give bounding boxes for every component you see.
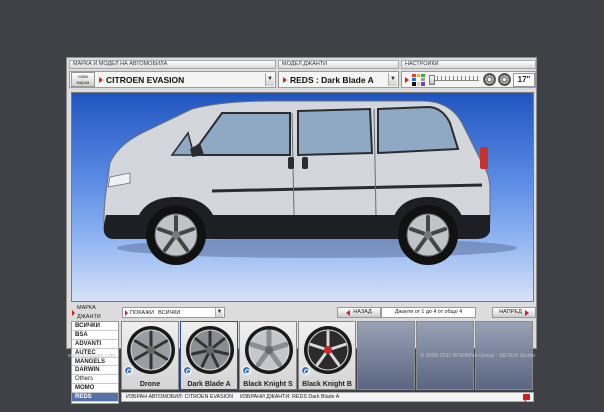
wheel-rim-icon: [304, 326, 352, 374]
arrow-right-icon: [283, 76, 287, 83]
wheel-toolbar: МАРКА ДЖАНТИ ПОКАЖИ ВСИЧКИ ▼ НАЗАД Джант…: [69, 305, 536, 320]
settings-panel: 17": [401, 71, 536, 88]
brand-item[interactable]: BSA: [72, 331, 118, 340]
wheel-configurator-app: МАРКА И МОДЕЛ НА АВТОМОБИЛА МОДЕЛ ДЖАНТИ…: [66, 57, 537, 404]
back-button-label: НАЗАД: [353, 309, 372, 315]
arrow-right-icon: [99, 76, 103, 83]
front-wheel-icon: [146, 205, 206, 265]
wheel-name: Black Knight B: [302, 381, 352, 388]
palette-swatch: [416, 82, 421, 86]
wheel-model-value: REDS : Dark Blade A: [290, 74, 374, 85]
brand-item[interactable]: MOMO: [72, 384, 118, 394]
arrow-right-icon: [72, 309, 75, 316]
new-brand-button[interactable]: нова марка: [71, 72, 95, 87]
footer-copyright: © 2005-2011 BORAINA Group - SEVEN Studio: [420, 353, 535, 359]
show-filter-value: ВСИЧКИ: [158, 309, 181, 316]
rear-wheel-icon: [398, 205, 458, 265]
wheel-rotate-icon[interactable]: [498, 73, 511, 86]
wheel-tile[interactable]: Black Knight S: [239, 321, 297, 390]
palette-swatch: [416, 73, 421, 77]
brand-item[interactable]: ADVANTI: [72, 340, 118, 349]
selected-wheel-status: ИЗБРАНИ ДЖАНТИ: REDS Dark Blade A: [240, 393, 339, 401]
chevron-down-icon[interactable]: ▼: [388, 73, 397, 86]
zoom-icon[interactable]: [242, 366, 251, 375]
status-bar: ИЗБРАН АВТОМОБИЛ: CITROEN EVASION ИЗБРАН…: [121, 392, 534, 402]
lowering-slider[interactable]: [427, 74, 481, 86]
wheel-tile[interactable]: Drone: [121, 321, 179, 390]
wheel-model-select[interactable]: REDS : Dark Blade A ▼: [278, 71, 399, 88]
wheel-brand-list: ВСИЧКИ BSA ADVANTI AUTEC MANGELS DARWIN Others…: [71, 321, 119, 404]
car-preview: [71, 92, 534, 302]
slider-thumb[interactable]: [429, 74, 435, 85]
feedback-icon[interactable]: [523, 394, 530, 402]
car-select-label: МАРКА И МОДЕЛ НА АВТОМОБИЛА: [69, 60, 276, 69]
selected-wheel-value: REDS Dark Blade A: [292, 394, 340, 400]
empty-wheel-slot: [357, 321, 415, 390]
arrow-left-icon: [346, 309, 351, 316]
brand-item[interactable]: DARWIN: [72, 366, 118, 376]
chevron-down-icon[interactable]: ▼: [215, 308, 223, 317]
slider-track: [429, 79, 479, 81]
next-button[interactable]: НАПРЕД: [492, 307, 536, 318]
selected-car-status: ИЗБРАН АВТОМОБИЛ: CITROEN EVASION: [126, 393, 234, 401]
palette-swatch: [416, 77, 421, 82]
new-brand-line2: марка: [76, 79, 90, 85]
page-info: Джанти от 1 до 4 от общо 4: [381, 307, 476, 318]
wheel-rim-icon: [186, 326, 234, 374]
selected-car-label: ИЗБРАН АВТОМОБИЛ:: [126, 394, 184, 400]
zoom-icon[interactable]: [301, 366, 310, 375]
wheel-rim-icon: [245, 326, 293, 374]
palette-swatch: [412, 82, 416, 86]
show-filter-label: ПОКАЖИ: [130, 309, 155, 316]
palette-swatch: [421, 77, 425, 82]
car-image: [103, 100, 517, 265]
show-filter-select[interactable]: ПОКАЖИ ВСИЧКИ ▼: [122, 307, 225, 318]
brand-item[interactable]: ВСИЧКИ: [72, 322, 118, 331]
palette-swatch: [412, 77, 416, 82]
wheel-name: Black Knight S: [243, 381, 293, 388]
next-button-label: НАПРЕД: [499, 309, 522, 315]
arrow-right-icon: [405, 76, 409, 83]
car-select-value: CITROEN EVASION: [106, 74, 185, 85]
brand-item[interactable]: Others: [72, 375, 118, 385]
selected-car-value: CITROEN EVASION: [184, 394, 234, 400]
top-labels: МАРКА И МОДЕЛ НА АВТОМОБИЛА МОДЕЛ ДЖАНТИ…: [69, 60, 536, 69]
top-controls: нова марка CITROEN EVASION ▼ REDS : Dark…: [69, 71, 536, 88]
arrow-right-icon: [524, 309, 529, 316]
wheel-rim-icon: [127, 326, 175, 374]
palette-swatch: [412, 73, 416, 77]
zoom-icon[interactable]: [183, 366, 192, 375]
palette-swatch: [421, 82, 425, 86]
wheel-view-icon[interactable]: [483, 73, 496, 86]
wheel-tile[interactable]: Black Knight B: [298, 321, 356, 390]
wheel-brand-label: МАРКА ДЖАНТИ: [71, 305, 120, 320]
settings-label: НАСТРОЙКИ: [401, 60, 536, 69]
rim-size-select[interactable]: 17": [513, 72, 535, 87]
footer-site[interactable]: www.avtogumi.com: [68, 353, 115, 359]
wheel-model-label: МОДЕЛ ДЖАНТИ: [278, 60, 399, 69]
wheel-name: Dark Blade A: [187, 381, 231, 388]
palette-swatch: [421, 73, 425, 77]
color-palette-icon[interactable]: [412, 73, 425, 86]
selected-wheel-label: ИЗБРАНИ ДЖАНТИ:: [240, 394, 291, 400]
back-button[interactable]: НАЗАД: [337, 307, 381, 318]
arrow-right-icon: [125, 309, 128, 316]
chevron-down-icon[interactable]: ▼: [265, 73, 274, 86]
zoom-icon[interactable]: [124, 366, 133, 375]
car-select[interactable]: нова марка CITROEN EVASION ▼: [69, 71, 276, 88]
wheel-tile[interactable]: Dark Blade A: [180, 321, 238, 390]
brand-item[interactable]: REDS: [72, 393, 118, 403]
wheel-brand-label-text: МАРКА ДЖАНТИ: [77, 304, 101, 320]
wheel-name: Drone: [139, 381, 161, 388]
